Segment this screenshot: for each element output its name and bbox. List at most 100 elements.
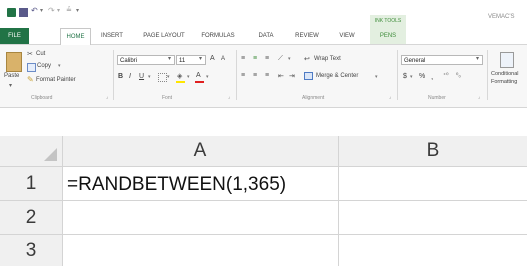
fill-color-dropdown-icon[interactable]: ▾ <box>187 74 190 80</box>
copy-icon <box>27 63 36 72</box>
tab-home[interactable]: HOME <box>60 28 91 45</box>
redo-icon[interactable]: ↷ <box>48 6 55 15</box>
decrease-indent-icon[interactable]: ⇤ <box>278 72 284 80</box>
select-all-corner[interactable] <box>0 136 62 166</box>
excel-logo-icon <box>7 8 16 17</box>
row-header-3[interactable]: 3 <box>14 240 48 262</box>
touch-mode-icon[interactable]: ≟ <box>66 6 72 14</box>
tab-insert[interactable]: INSERT <box>95 28 129 44</box>
format-painter-button[interactable]: Format Painter <box>36 77 76 83</box>
save-icon[interactable] <box>19 8 28 17</box>
fill-color-icon[interactable]: ◈ <box>177 72 182 80</box>
undo-dropdown-icon[interactable]: ▾ <box>40 7 43 14</box>
font-launcher-icon[interactable]: ⌟ <box>228 94 230 100</box>
tab-data[interactable]: DATA <box>253 28 279 44</box>
italic-button[interactable]: I <box>129 73 131 80</box>
cell-a2[interactable] <box>63 201 338 234</box>
customize-qat-icon[interactable]: ▾ <box>76 7 79 14</box>
align-center-icon[interactable]: ≡ <box>253 72 257 79</box>
ink-tools-context-label: INK TOOLS <box>370 15 406 28</box>
clipboard-launcher-icon[interactable]: ⌟ <box>106 94 108 100</box>
font-color-swatch <box>195 81 204 83</box>
paste-button[interactable]: Paste <box>4 73 19 79</box>
orientation-dropdown-icon[interactable]: ▾ <box>288 56 291 62</box>
undo-icon[interactable]: ↶ <box>31 6 38 15</box>
conditional-formatting-icon <box>500 52 514 68</box>
clipboard-group-label: Clipboard <box>31 95 53 101</box>
group-separator <box>397 50 398 100</box>
title-bar: ↶ ▾ ↷ ▾ ≟ ▾ INK TOOLS VEMAC'S <box>0 0 527 28</box>
underline-button[interactable]: U <box>139 73 144 80</box>
cut-button[interactable]: Cut <box>36 51 45 57</box>
borders-dropdown-icon[interactable]: ▾ <box>167 74 170 80</box>
tab-review[interactable]: REVIEW <box>289 28 325 44</box>
font-group-label: Font <box>162 95 173 101</box>
font-name-dropdown-icon[interactable]: ▾ <box>168 55 171 62</box>
conditional-formatting-button-line2[interactable]: Formatting <box>491 79 517 85</box>
paste-dropdown-icon[interactable]: ▾ <box>9 82 12 89</box>
wrap-text-icon: ↩ <box>304 56 310 63</box>
borders-icon[interactable] <box>158 73 167 82</box>
cell-a1-content: =RANDBETWEEN(1,365) <box>67 174 287 195</box>
alignment-group-label: Alignment <box>302 95 325 101</box>
conditional-formatting-button-line1[interactable]: Conditional <box>491 71 519 77</box>
font-size-dropdown-icon[interactable]: ▾ <box>199 55 202 62</box>
copy-dropdown-icon[interactable]: ▾ <box>58 63 61 69</box>
font-color-dropdown-icon[interactable]: ▾ <box>206 74 209 80</box>
percent-style-button[interactable]: % <box>419 73 425 80</box>
copy-button[interactable]: Copy <box>37 63 51 69</box>
increase-indent-icon[interactable]: ⇥ <box>289 72 295 80</box>
merge-dropdown-icon[interactable]: ▾ <box>375 74 378 80</box>
merge-center-icon <box>304 72 313 80</box>
group-separator <box>236 50 237 100</box>
orientation-icon[interactable]: ⟋ <box>278 55 283 63</box>
cell-b3[interactable] <box>339 235 527 266</box>
row-header-2[interactable]: 2 <box>14 207 48 229</box>
number-format-dropdown-icon[interactable]: ▾ <box>476 55 479 62</box>
align-left-icon[interactable]: ≡ <box>241 72 245 79</box>
tab-pens[interactable]: PENS <box>370 28 406 44</box>
shrink-font-button[interactable]: A <box>221 56 225 62</box>
format-painter-icon: ✎ <box>27 75 34 84</box>
number-format-combo[interactable]: General <box>401 55 483 65</box>
scissors-icon: ✂ <box>27 51 33 58</box>
grow-font-button[interactable]: A <box>210 55 215 62</box>
row-header-1[interactable]: 1 <box>14 173 48 195</box>
tab-file[interactable]: FILE <box>0 28 29 44</box>
decrease-decimal-icon[interactable]: ⁰₀ <box>456 72 461 79</box>
middle-align-icon[interactable]: ≡ <box>253 55 257 62</box>
top-align-icon[interactable]: ≡ <box>241 55 245 62</box>
tab-view[interactable]: VIEW <box>334 28 360 44</box>
ribbon-tabs: FILE HOME INSERT PAGE LAYOUT FORMULAS DA… <box>0 28 527 45</box>
comma-style-button[interactable]: , <box>431 72 433 81</box>
font-name-combo[interactable]: Calibri <box>117 55 175 65</box>
number-launcher-icon[interactable]: ⌟ <box>478 94 480 100</box>
select-all-triangle-icon <box>44 148 57 161</box>
redo-dropdown-icon[interactable]: ▾ <box>57 7 60 14</box>
tab-page-layout[interactable]: PAGE LAYOUT <box>135 28 193 44</box>
increase-decimal-icon[interactable]: ⁺⁰ <box>443 72 449 79</box>
accounting-format-button[interactable]: $ <box>403 73 407 80</box>
group-separator <box>487 50 488 100</box>
group-separator <box>113 50 114 100</box>
cell-b1[interactable] <box>339 167 527 200</box>
cell-a1[interactable]: =RANDBETWEEN(1,365) <box>63 167 338 200</box>
column-header-b[interactable]: B <box>339 140 527 162</box>
accounting-dropdown-icon[interactable]: ▾ <box>410 74 413 80</box>
font-color-button[interactable]: A <box>196 72 201 79</box>
number-group-label: Number <box>428 95 446 101</box>
tab-formulas[interactable]: FORMULAS <box>196 28 240 44</box>
align-right-icon[interactable]: ≡ <box>265 72 269 79</box>
bold-button[interactable]: B <box>118 73 123 80</box>
cell-b2[interactable] <box>339 201 527 234</box>
wrap-text-button[interactable]: Wrap Text <box>314 56 341 62</box>
paste-icon[interactable] <box>6 52 22 72</box>
underline-dropdown-icon[interactable]: ▾ <box>148 74 151 80</box>
column-header-a[interactable]: A <box>62 140 338 162</box>
bottom-align-icon[interactable]: ≡ <box>265 55 269 62</box>
window-title-right: VEMAC'S <box>488 14 515 20</box>
cell-a3[interactable] <box>63 235 338 266</box>
fill-color-swatch <box>176 81 185 83</box>
merge-center-button[interactable]: Merge & Center <box>316 73 358 79</box>
alignment-launcher-icon[interactable]: ⌟ <box>389 94 391 100</box>
